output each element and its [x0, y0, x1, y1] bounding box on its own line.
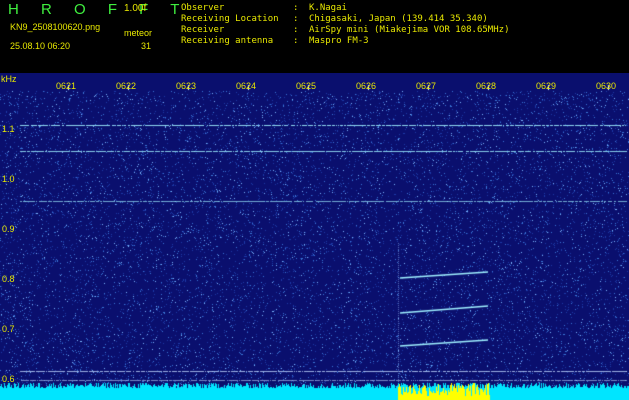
info-row-antenna: Receiving antenna: Maspro FM-3 [181, 36, 369, 46]
time-tick-label: 0629 [536, 81, 557, 91]
meteor-count: 31 [141, 41, 152, 51]
y-tick-label: 0.6 [2, 374, 15, 384]
y-tick-label: 0.7 [2, 324, 15, 334]
timestamp: 25.08.10 06:20 [10, 41, 71, 51]
app-brand: H R O F F T [8, 1, 189, 18]
time-tick-label: 0624 [236, 81, 257, 91]
time-tick-label: 0627 [416, 81, 437, 91]
y-tick-label: 0.9 [2, 224, 15, 234]
header-panel: H R O F F T 1.00f KN9_2508100620.png 25.… [0, 0, 629, 73]
app-version: 1.00f [124, 3, 147, 14]
y-tick-label: 1.0 [2, 174, 15, 184]
y-tick-label: 1.1 [2, 124, 15, 134]
y-axis-unit: kHz [1, 74, 17, 84]
time-tick-label: 0626 [356, 81, 377, 91]
file-name: KN9_2508100620.png [10, 22, 101, 32]
observation-info: Observer: K.Nagai Receiving Location: Chig… [181, 3, 509, 47]
time-tick-label: 0628 [476, 81, 497, 91]
spectrogram-plot [0, 73, 629, 400]
info-row-observer: Observer: K.Nagai [181, 3, 347, 13]
info-row-receiver: Receiver: AirSpy mini (Miakejima VOR 108.… [181, 25, 510, 35]
info-row-location: Receiving Location: Chigasaki, Japan (139… [181, 14, 488, 24]
meteor-label: meteor [124, 28, 153, 38]
time-tick-label: 0622 [116, 81, 137, 91]
time-tick-label: 0630 [596, 81, 617, 91]
y-tick-label: 0.8 [2, 274, 15, 284]
time-tick-label: 0621 [56, 81, 77, 91]
time-tick-label: 0623 [176, 81, 197, 91]
time-tick-label: 0625 [296, 81, 317, 91]
